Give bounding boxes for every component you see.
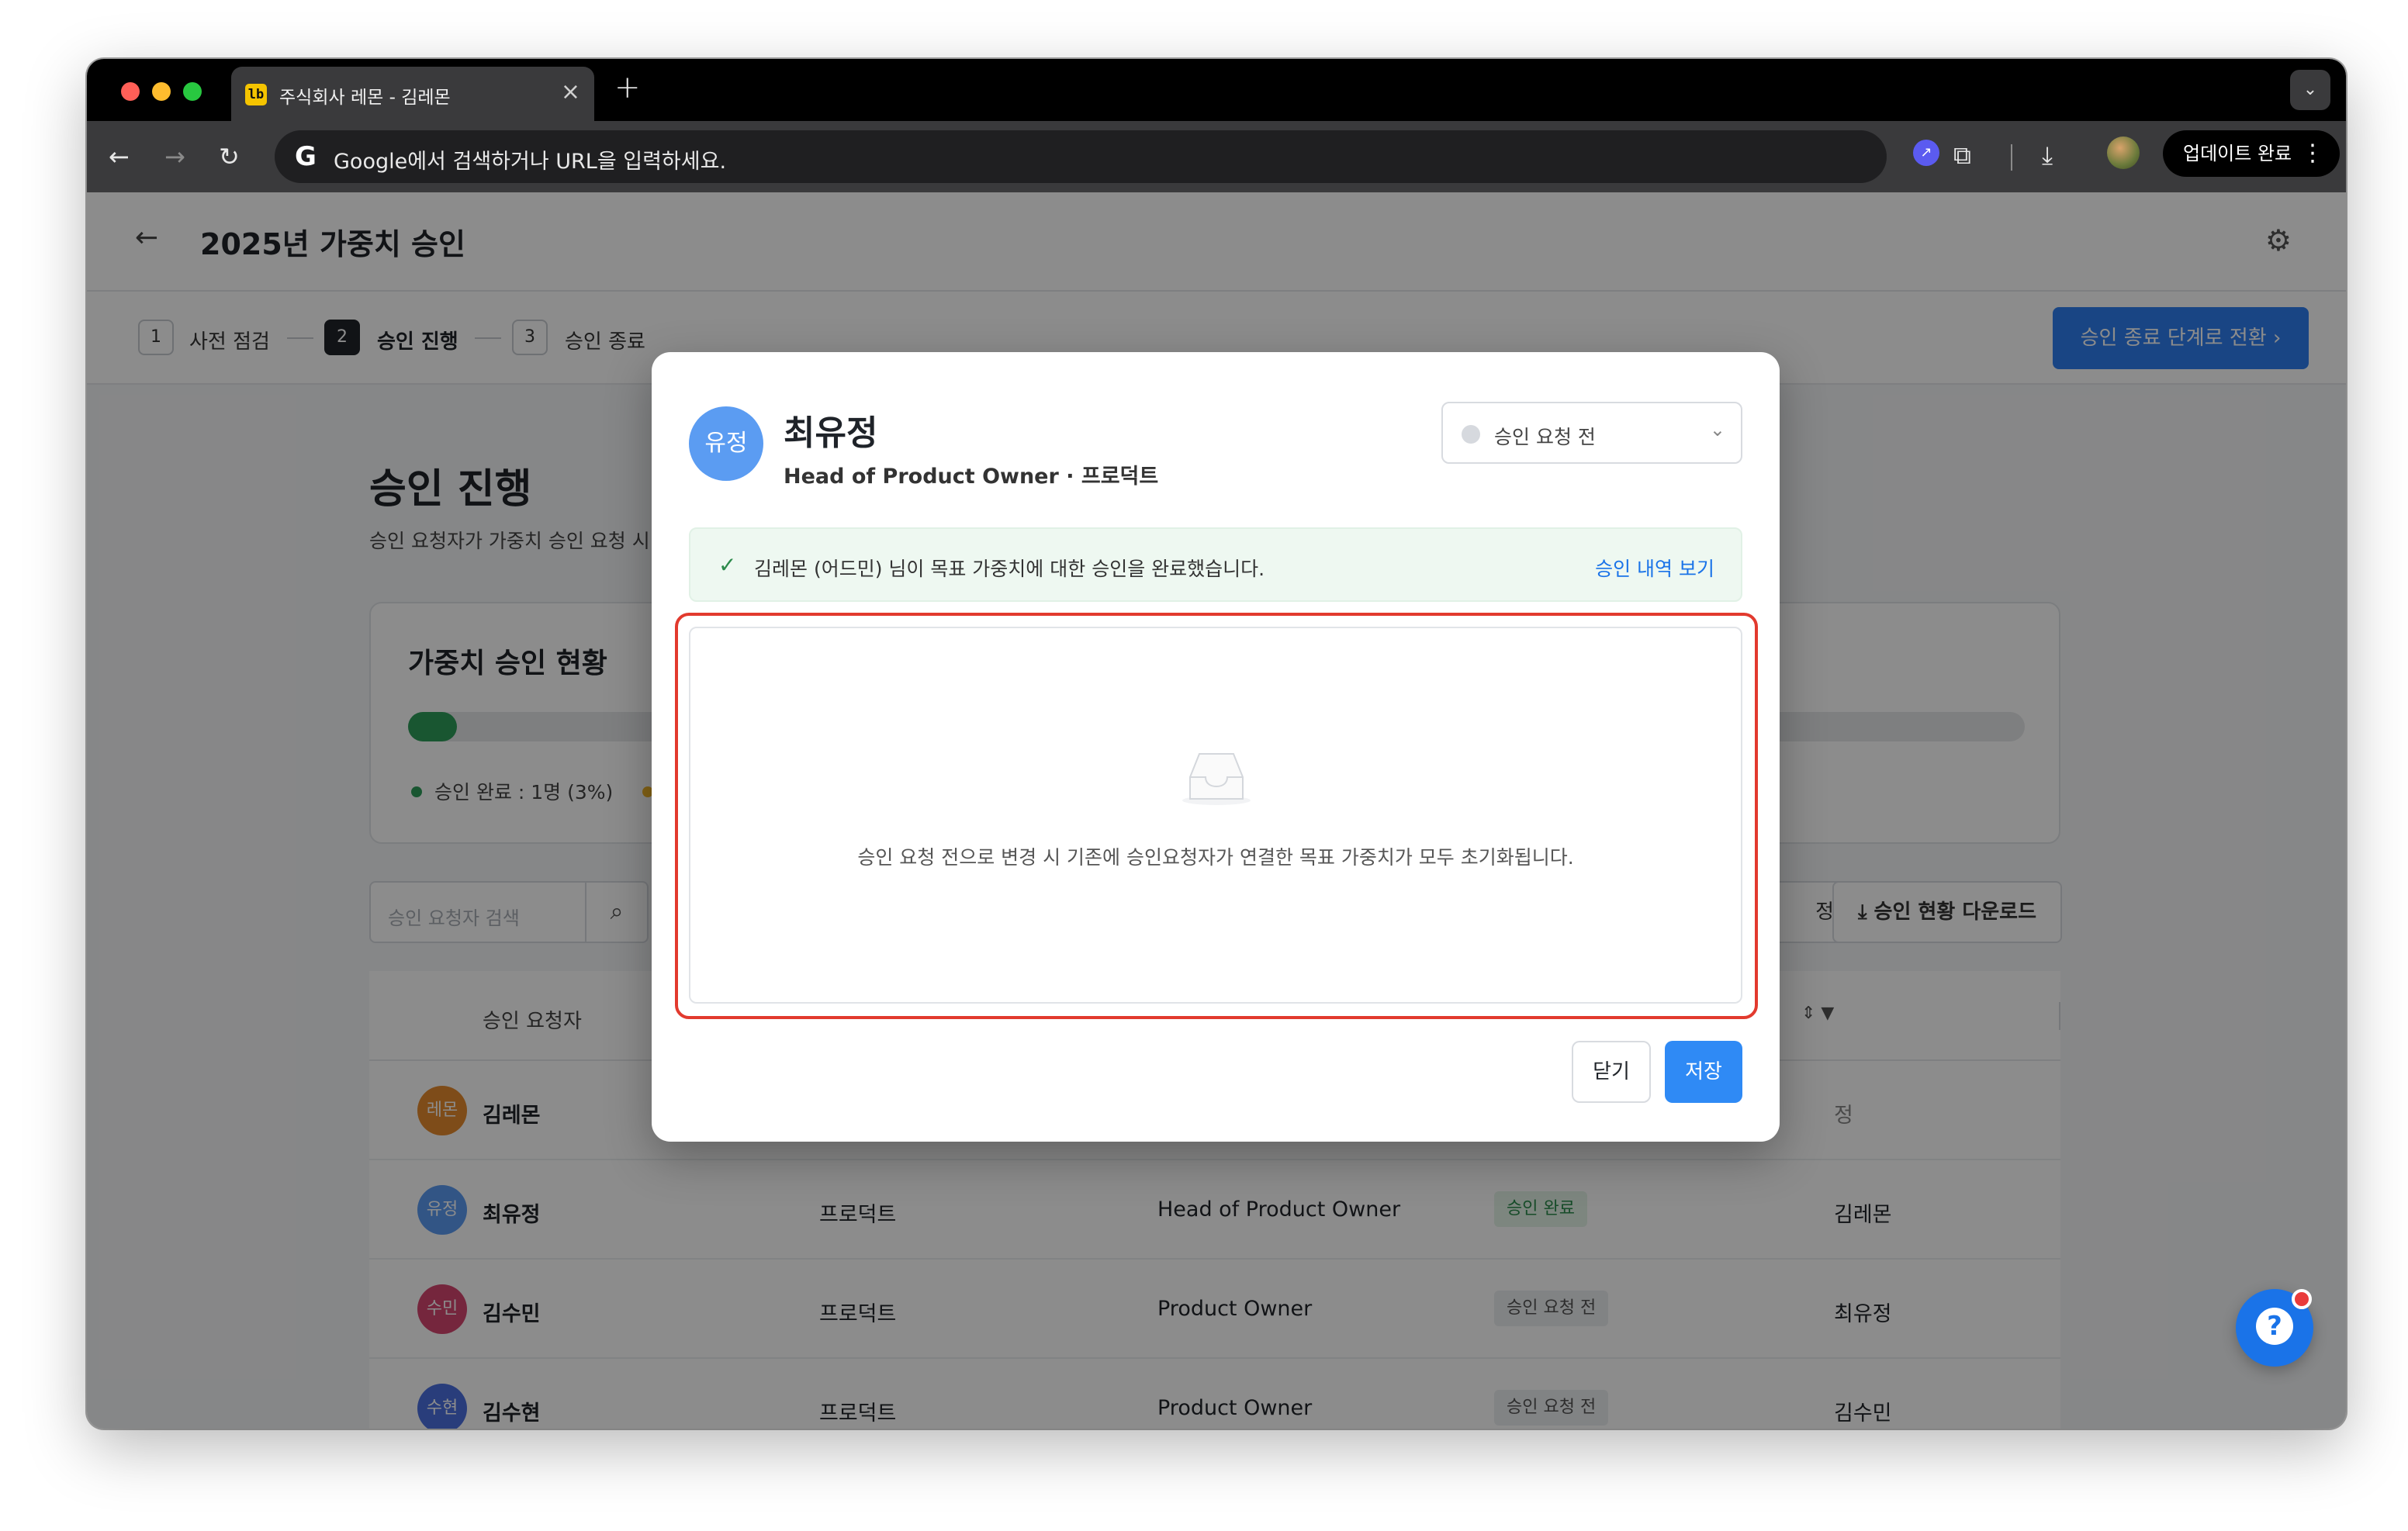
favicon-icon: lb xyxy=(245,84,267,105)
highlight-box xyxy=(675,613,1758,1019)
reload-icon[interactable]: ↻ xyxy=(219,140,240,174)
alert-text: 김레몬 (어드민) 님이 목표 가중치에 대한 승인을 완료했습니다. xyxy=(754,558,1265,580)
address-placeholder: Google에서 검색하거나 URL을 입력하세요. xyxy=(334,150,727,174)
help-button[interactable]: ? xyxy=(2236,1289,2313,1367)
extension-icon[interactable]: ↗ xyxy=(1913,140,1939,166)
chevron-down-icon: ⌄ xyxy=(1709,419,1725,441)
forward-nav-icon[interactable]: → xyxy=(164,140,185,174)
toolbar-divider xyxy=(2011,144,2012,171)
status-dot-icon xyxy=(1462,425,1480,444)
help-icon: ? xyxy=(2256,1308,2293,1345)
view-history-link[interactable]: 승인 내역 보기 xyxy=(1595,554,1714,582)
address-bar[interactable]: G Google에서 검색하거나 URL을 입력하세요. xyxy=(275,130,1887,183)
save-button[interactable]: 저장 xyxy=(1665,1041,1742,1103)
new-tab-button[interactable]: + xyxy=(614,70,641,105)
avatar: 유정 xyxy=(689,406,763,481)
download-icon[interactable]: ⤓ xyxy=(2042,138,2053,172)
back-nav-icon[interactable]: ← xyxy=(109,140,130,174)
extensions-icon[interactable]: ⧉ xyxy=(1953,138,1971,172)
minimize-window-button[interactable] xyxy=(152,82,171,101)
status-select[interactable]: 승인 요청 전 ⌄ xyxy=(1441,402,1742,464)
close-window-button[interactable] xyxy=(121,82,140,101)
maximize-window-button[interactable] xyxy=(183,82,202,101)
profile-avatar[interactable] xyxy=(2107,137,2140,169)
approval-modal: 유정 최유정 Head of Product Owner · 프로덕트 승인 요… xyxy=(652,352,1780,1142)
modal-user-role: Head of Product Owner · 프로덕트 xyxy=(784,465,1159,489)
status-select-value: 승인 요청 전 xyxy=(1494,426,1596,448)
update-button[interactable]: 업데이트 완료 ⋮ xyxy=(2163,130,2340,177)
tab-strip: lb 주식회사 레몬 - 김레몬 × + ⌄ xyxy=(87,59,2346,121)
update-label: 업데이트 완료 xyxy=(2183,143,2292,164)
tab-search-button[interactable]: ⌄ xyxy=(2290,70,2330,110)
modal-user-name: 최유정 xyxy=(784,413,878,453)
browser-window: lb 주식회사 레몬 - 김레몬 × + ⌄ ← → ↻ G Google에서 … xyxy=(87,59,2346,1429)
tab-close-icon[interactable]: × xyxy=(561,79,580,105)
success-alert: ✓ 김레몬 (어드민) 님이 목표 가중치에 대한 승인을 완료했습니다. 승인… xyxy=(689,527,1742,602)
browser-toolbar: ← → ↻ G Google에서 검색하거나 URL을 입력하세요. ⧉ ⤓ xyxy=(87,121,2346,192)
browser-tab[interactable]: lb 주식회사 레몬 - 김레몬 × xyxy=(231,67,594,121)
google-icon: G xyxy=(295,141,317,172)
notification-dot xyxy=(2292,1289,2312,1309)
tab-title: 주식회사 레몬 - 김레몬 xyxy=(279,88,451,108)
more-menu-icon[interactable]: ⋮ xyxy=(2301,130,2324,177)
close-button[interactable]: 닫기 xyxy=(1572,1041,1651,1103)
check-icon: ✓ xyxy=(718,552,737,578)
